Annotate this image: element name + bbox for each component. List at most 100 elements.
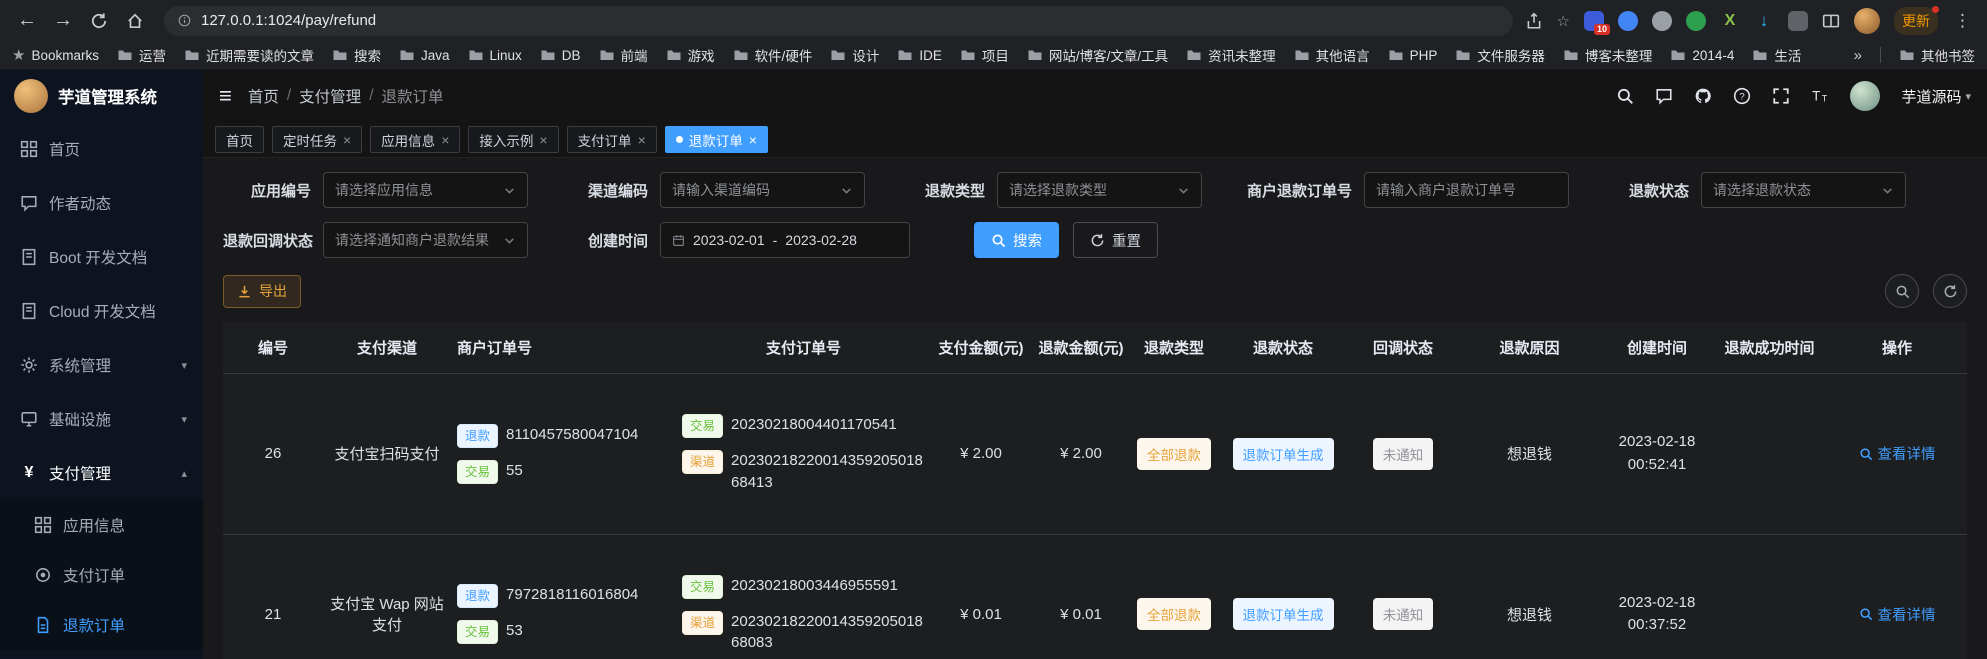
chrome-update-button[interactable]: 更新 <box>1894 7 1938 35</box>
bookmark-folder-item[interactable]: IDE <box>897 45 942 65</box>
sidebar-item-home[interactable]: 首页 <box>0 122 203 176</box>
close-icon[interactable]: × <box>638 132 646 148</box>
site-info-icon[interactable] <box>178 14 191 27</box>
sidebar-item-pay-orders[interactable]: 支付订单 <box>0 550 203 600</box>
bookmark-folder-item[interactable]: 游戏 <box>666 45 715 65</box>
menu-fold-icon[interactable]: ≡ <box>219 85 232 107</box>
user-avatar[interactable] <box>1850 81 1880 111</box>
close-icon[interactable]: × <box>343 132 351 148</box>
toggle-search-button[interactable] <box>1885 274 1919 308</box>
bookmark-folder-item[interactable]: 软件/硬件 <box>733 45 813 65</box>
bookmark-star-icon[interactable]: ☆ <box>1557 12 1570 30</box>
fullscreen-icon[interactable] <box>1772 87 1790 105</box>
sidebar-item-refund-orders[interactable]: 退款订单 <box>0 600 203 650</box>
close-icon[interactable]: × <box>539 132 547 148</box>
bookmark-folder-item[interactable]: 博客未整理 <box>1563 45 1653 65</box>
bookmark-folder-item[interactable]: 生活 <box>1752 45 1801 65</box>
chevron-down-icon <box>840 184 853 197</box>
bookmarks-manager-item[interactable]: ★ Bookmarks <box>12 46 99 64</box>
sidebar-item-author-news[interactable]: 作者动态 <box>0 176 203 230</box>
reload-button[interactable] <box>82 4 116 38</box>
message-icon[interactable] <box>1655 87 1673 105</box>
app-no-select[interactable]: 请选择应用信息 <box>323 172 528 208</box>
user-menu[interactable]: 芋道源码▾ <box>1901 86 1971 107</box>
tab-home[interactable]: 首页 <box>215 126 264 153</box>
view-detail-link[interactable]: 查看详情 <box>1859 443 1936 464</box>
sidebar-item-app-info[interactable]: 应用信息 <box>0 500 203 550</box>
create-time-range-picker[interactable]: 2023-02-01 - 2023-02-28 <box>660 222 910 258</box>
sidebar-item-infrastructure[interactable]: 基础设施 ▾ <box>0 392 203 446</box>
date-start: 2023-02-01 <box>693 232 765 248</box>
col-callback-status: 回调状态 <box>1349 322 1457 374</box>
bookmark-folder-item[interactable]: 运营 <box>117 45 166 65</box>
bookmark-folder-item[interactable]: 近期需要读的文章 <box>184 45 314 65</box>
bookmarks-overflow-chevron[interactable]: » <box>1854 47 1862 64</box>
breadcrumb-home[interactable]: 首页 <box>248 85 279 107</box>
tab-pay-orders[interactable]: 支付订单× <box>567 126 657 153</box>
export-button[interactable]: 导出 <box>223 275 301 308</box>
tab-demo[interactable]: 接入示例× <box>468 126 558 153</box>
search-button[interactable]: 搜索 <box>974 222 1059 258</box>
browser-toolbar: ← → 127.0.0.1:1024/pay/refund ☆ 10 X ↓ 更… <box>0 0 1987 41</box>
forward-button[interactable]: → <box>46 4 80 38</box>
sidebar-item-payment[interactable]: ¥ 支付管理 ▴ <box>0 446 203 500</box>
question-icon[interactable]: ? <box>1733 87 1751 105</box>
view-detail-link[interactable]: 查看详情 <box>1859 604 1936 625</box>
merchant-refund-no-input[interactable]: 请输入商户退款订单号 <box>1364 172 1569 208</box>
bookmark-folder-item[interactable]: PHP <box>1388 45 1438 65</box>
bookmark-folder-item[interactable]: 网站/博客/文章/工具 <box>1027 45 1168 65</box>
refund-type-select[interactable]: 请选择退款类型 <box>997 172 1202 208</box>
extension-icon-blue-circle[interactable] <box>1618 11 1638 31</box>
back-button[interactable]: ← <box>10 4 44 38</box>
notify-status-select[interactable]: 请选择通知商户退款结果 <box>323 222 528 258</box>
github-icon[interactable] <box>1694 87 1712 105</box>
refresh-table-button[interactable] <box>1933 274 1967 308</box>
bookmark-folder-item[interactable]: 其他语言 <box>1294 45 1370 65</box>
extension-icon-green-x[interactable]: X <box>1720 12 1740 30</box>
cell-refund-reason: 想退钱 <box>1457 534 1602 659</box>
extension-icon-dark-square[interactable] <box>1788 11 1808 31</box>
extension-icon-download-arrow[interactable]: ↓ <box>1754 11 1774 31</box>
reload-icon <box>90 12 108 30</box>
bookmark-folder-item[interactable]: 资讯未整理 <box>1186 45 1276 65</box>
folder-icon <box>1670 47 1686 63</box>
extension-icon-green-circle[interactable] <box>1686 11 1706 31</box>
home-button[interactable] <box>118 4 152 38</box>
bookmark-folder-item[interactable]: 前端 <box>599 45 648 65</box>
app-logo[interactable]: 芋道管理系统 <box>0 70 203 122</box>
bookmark-folder-item[interactable]: 项目 <box>960 45 1009 65</box>
bookmark-folder-item[interactable]: Linux <box>468 45 522 65</box>
extension-icon-gray-circle[interactable] <box>1652 11 1672 31</box>
tab-refund-orders[interactable]: 退款订单× <box>665 126 768 153</box>
refund-tag: 退款 <box>457 584 498 608</box>
bookmark-folder-item[interactable]: 设计 <box>830 45 879 65</box>
other-bookmarks-item[interactable]: 其他书签 <box>1899 45 1975 65</box>
breadcrumb-payment[interactable]: 支付管理 <box>299 85 361 107</box>
refund-status-label: 退款状态 <box>1601 180 1701 201</box>
tab-app-info[interactable]: 应用信息× <box>370 126 460 153</box>
tab-scheduled-jobs[interactable]: 定时任务× <box>272 126 362 153</box>
bookmark-folder-item[interactable]: 2014-4 <box>1670 45 1734 65</box>
bookmark-folder-item[interactable]: 搜索 <box>332 45 381 65</box>
channel-code-select[interactable]: 请输入渠道编码 <box>660 172 865 208</box>
close-icon[interactable]: × <box>441 132 449 148</box>
share-icon[interactable] <box>1525 12 1543 30</box>
refund-status-select[interactable]: 请选择退款状态 <box>1701 172 1906 208</box>
sidebar-item-boot-docs[interactable]: Boot 开发文档 <box>0 230 203 284</box>
sidebar-item-cloud-docs[interactable]: Cloud 开发文档 <box>0 284 203 338</box>
cell-channel: 支付宝扫码支付 <box>323 374 451 535</box>
font-size-icon[interactable]: TT <box>1811 87 1829 105</box>
bookmark-folder-item[interactable]: 文件服务器 <box>1455 45 1545 65</box>
browser-menu-icon[interactable]: ⋮ <box>1952 11 1973 31</box>
search-icon[interactable] <box>1616 87 1634 105</box>
extension-icon-red-badge[interactable]: 10 <box>1584 11 1604 31</box>
sidebar-item-system[interactable]: 系统管理 ▾ <box>0 338 203 392</box>
reset-button[interactable]: 重置 <box>1073 222 1158 258</box>
col-success-time: 退款成功时间 <box>1712 322 1827 374</box>
browser-profile-avatar[interactable] <box>1854 8 1880 34</box>
address-bar[interactable]: 127.0.0.1:1024/pay/refund <box>164 6 1513 36</box>
bookmark-folder-item[interactable]: DB <box>540 45 581 65</box>
close-icon[interactable]: × <box>749 132 757 148</box>
bookmark-folder-item[interactable]: Java <box>399 45 450 65</box>
split-view-icon[interactable] <box>1822 12 1840 30</box>
